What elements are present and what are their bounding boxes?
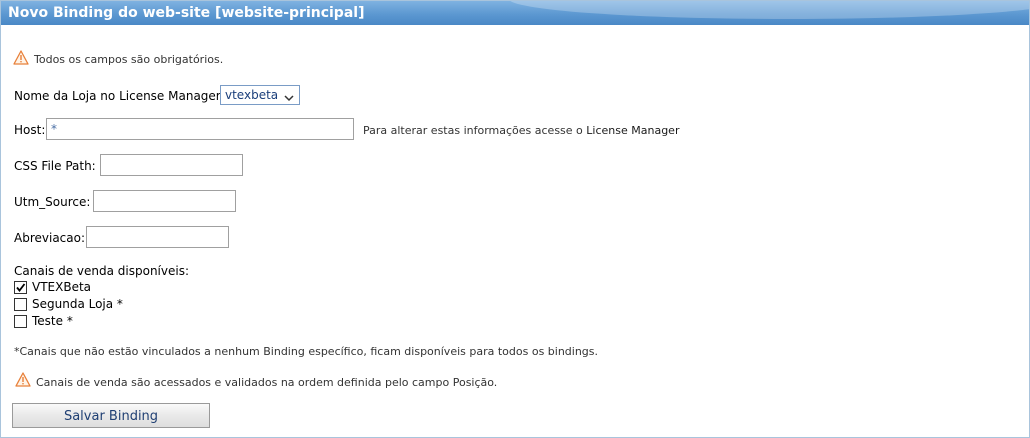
channel-checkbox-segunda-loja[interactable] [14,298,27,311]
host-input[interactable] [46,118,354,140]
store-name-select[interactable]: vtexbeta [220,85,300,105]
channel-label-teste: Teste * [32,314,73,328]
channel-label-vtexbeta: VTEXBeta [32,280,92,294]
title-bar: Novo Binding do web-site [website-princi… [1,1,1029,25]
title-bar-decoration [509,1,1029,19]
warning-icon [13,50,29,65]
channels-footnote: *Canais que não estão vinculados a nenhu… [14,345,599,358]
css-file-path-label: CSS File Path: [14,159,96,173]
save-binding-button[interactable]: Salvar Binding [12,403,210,428]
utm-source-input[interactable] [93,190,236,212]
sales-channels-label: Canais de venda disponíveis: [14,264,189,278]
abbreviation-input[interactable] [86,226,229,248]
utm-source-label: Utm_Source: [14,195,91,209]
license-manager-link[interactable]: License Manager [586,124,679,137]
required-fields-notice: Todos os campos são obrigatórios. [34,53,224,66]
host-hint: Para alterar estas informações acesse o … [363,124,679,137]
checkmark-icon [16,283,26,292]
panel-title: Novo Binding do web-site [website-princi… [8,5,365,21]
chevron-down-icon [283,89,295,102]
warning-icon [15,372,31,387]
css-file-path-input[interactable] [100,154,243,176]
abbreviation-label: Abreviacao: [14,231,86,245]
store-name-label: Nome da Loja no License Manager: [14,89,225,103]
channel-label-segunda-loja: Segunda Loja * [32,297,123,311]
channel-order-warning: Canais de venda são acessados e validado… [36,376,498,389]
channel-checkbox-vtexbeta[interactable] [14,281,27,294]
host-hint-text: Para alterar estas informações acesse o [363,124,587,137]
binding-panel: Novo Binding do web-site [website-princi… [0,0,1030,438]
channel-checkbox-teste[interactable] [14,315,27,328]
host-label: Host: [14,123,46,137]
store-name-selected-value: vtexbeta [225,88,279,102]
